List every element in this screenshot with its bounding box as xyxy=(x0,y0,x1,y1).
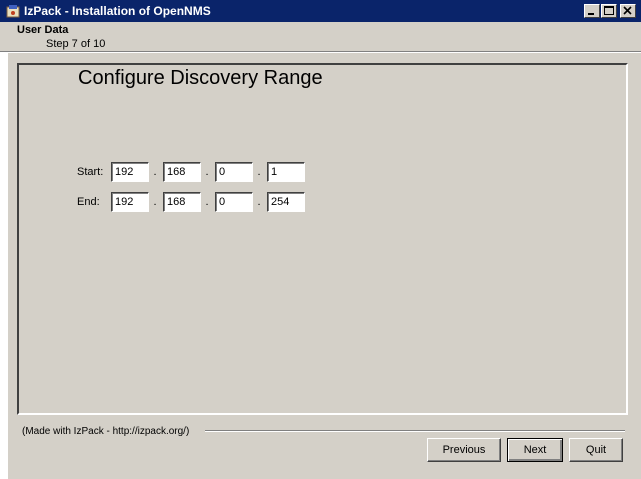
left-edge-strip xyxy=(0,53,8,479)
maximize-button[interactable] xyxy=(601,4,617,18)
close-button[interactable] xyxy=(620,4,636,18)
page-title: User Data xyxy=(17,24,69,36)
end-octet-3[interactable] xyxy=(215,192,253,212)
next-button[interactable]: Next xyxy=(507,438,563,462)
start-dot-3: . xyxy=(257,166,261,178)
start-dot-1: . xyxy=(153,166,157,178)
made-with-label: (Made with IzPack - http://izpack.org/) xyxy=(22,426,194,437)
maximize-icon xyxy=(604,6,614,15)
end-octet-2[interactable] xyxy=(163,192,201,212)
minimize-button[interactable] xyxy=(584,4,600,18)
quit-button[interactable]: Quit xyxy=(569,438,623,462)
content-panel xyxy=(17,63,628,415)
close-icon xyxy=(623,6,632,15)
header-divider-highlight xyxy=(0,52,641,53)
end-label: End: xyxy=(77,196,100,208)
end-dot-2: . xyxy=(205,196,209,208)
app-icon xyxy=(6,5,20,18)
minimize-icon xyxy=(588,13,594,15)
end-octet-1[interactable] xyxy=(111,192,149,212)
panel-title: Configure Discovery Range xyxy=(78,67,323,89)
end-octet-4[interactable] xyxy=(267,192,305,212)
start-octet-4[interactable] xyxy=(267,162,305,182)
end-dot-3: . xyxy=(257,196,261,208)
previous-button[interactable]: Previous xyxy=(427,438,501,462)
start-octet-3[interactable] xyxy=(215,162,253,182)
step-indicator: Step 7 of 10 xyxy=(46,38,106,50)
footer-separator-highlight xyxy=(205,431,625,432)
start-octet-1[interactable] xyxy=(111,162,149,182)
window-title: IzPack - Installation of OpenNMS xyxy=(24,4,211,18)
start-label: Start: xyxy=(77,166,104,178)
start-octet-2[interactable] xyxy=(163,162,201,182)
start-dot-2: . xyxy=(205,166,209,178)
end-dot-1: . xyxy=(153,196,157,208)
